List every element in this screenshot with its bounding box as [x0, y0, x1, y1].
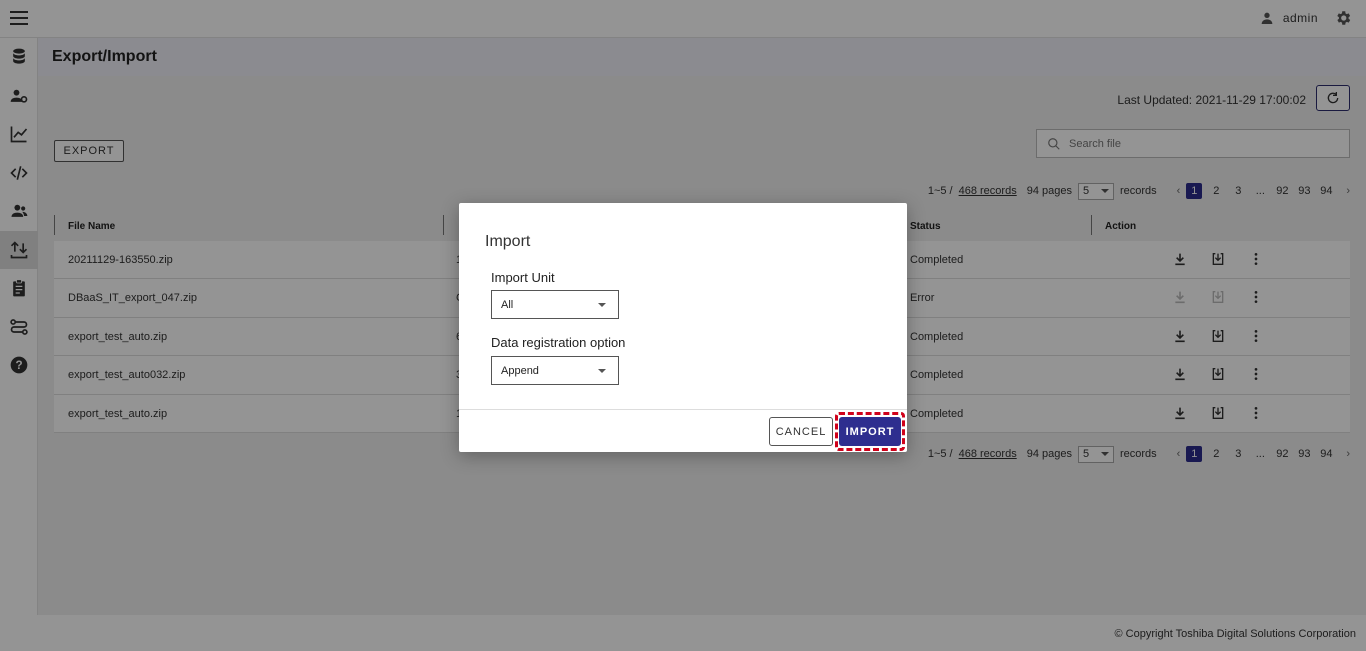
import-unit-value: All: [501, 298, 514, 311]
registration-option-value: Append: [501, 364, 539, 377]
dialog-divider: [459, 409, 907, 410]
import-button-highlight: IMPORT: [835, 412, 905, 451]
registration-option-label: Data registration option: [491, 335, 626, 350]
import-button[interactable]: IMPORT: [839, 417, 901, 446]
import-unit-select[interactable]: All: [491, 290, 619, 319]
cancel-button[interactable]: CANCEL: [769, 417, 833, 446]
chevron-down-icon: [598, 368, 606, 373]
dialog-title: Import: [485, 233, 531, 250]
chevron-down-icon: [598, 302, 606, 307]
import-unit-label: Import Unit: [491, 270, 555, 285]
registration-option-select[interactable]: Append: [491, 356, 619, 385]
import-dialog: Import Import Unit All Data registration…: [459, 203, 907, 452]
